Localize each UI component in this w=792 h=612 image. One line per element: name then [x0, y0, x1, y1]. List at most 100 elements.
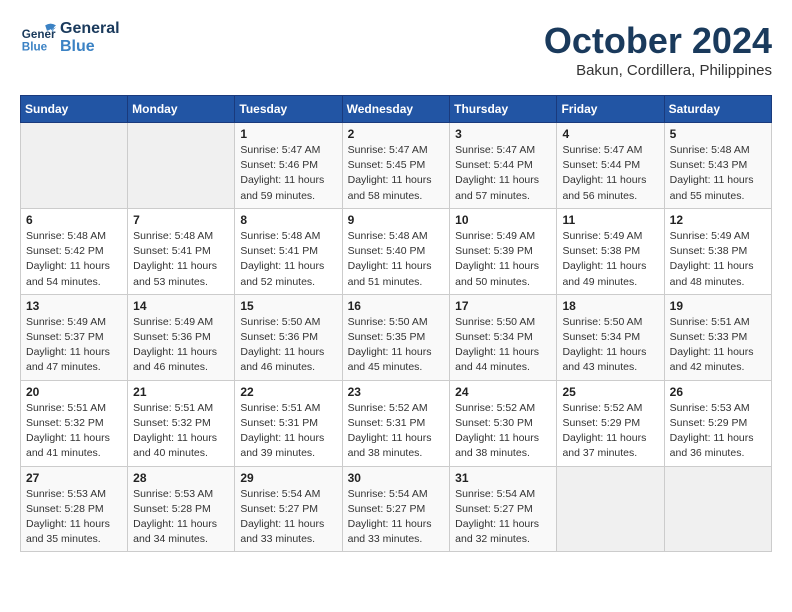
- calendar-week-4: 20 Sunrise: 5:51 AMSunset: 5:32 PMDayligh…: [21, 380, 772, 466]
- calendar-cell: 29 Sunrise: 5:54 AMSunset: 5:27 PMDayligh…: [235, 466, 342, 552]
- day-number: 16: [348, 299, 445, 313]
- day-number: 15: [240, 299, 336, 313]
- day-number: 7: [133, 213, 229, 227]
- day-number: 1: [240, 127, 336, 141]
- day-detail: Sunrise: 5:51 AMSunset: 5:31 PMDaylight:…: [240, 401, 336, 462]
- day-detail: Sunrise: 5:48 AMSunset: 5:40 PMDaylight:…: [348, 229, 445, 290]
- calendar-cell: 4 Sunrise: 5:47 AMSunset: 5:44 PMDaylight…: [557, 123, 664, 209]
- day-number: 12: [670, 213, 766, 227]
- day-number: 17: [455, 299, 551, 313]
- day-number: 31: [455, 471, 551, 485]
- day-detail: Sunrise: 5:54 AMSunset: 5:27 PMDaylight:…: [348, 487, 445, 548]
- calendar-cell: 3Sunrise: 5:47 AMSunset: 5:44 PMDaylight…: [450, 123, 557, 209]
- day-detail: Sunrise: 5:54 AMSunset: 5:27 PMDaylight:…: [240, 487, 336, 548]
- day-detail: Sunrise: 5:47 AMSunset: 5:44 PMDaylight:…: [562, 143, 658, 204]
- calendar-cell: 27 Sunrise: 5:53 AMSunset: 5:28 PMDayligh…: [21, 466, 128, 552]
- day-detail: Sunrise: 5:48 AMSunset: 5:43 PMDaylight:…: [670, 143, 766, 204]
- month-title: October 2024: [544, 20, 772, 62]
- calendar-cell: 28 Sunrise: 5:53 AMSunset: 5:28 PMDayligh…: [128, 466, 235, 552]
- day-detail: Sunrise: 5:48 AMSunset: 5:41 PMDaylight:…: [240, 229, 336, 290]
- day-number: 18: [562, 299, 658, 313]
- header-row: Sunday Monday Tuesday Wednesday Thursday…: [21, 96, 772, 123]
- day-detail: Sunrise: 5:53 AMSunset: 5:28 PMDaylight:…: [26, 487, 122, 548]
- day-detail: Sunrise: 5:48 AMSunset: 5:41 PMDaylight:…: [133, 229, 229, 290]
- title-block: October 2024 Bakun, Cordillera, Philippi…: [544, 20, 772, 79]
- calendar-cell: 22Sunrise: 5:51 AMSunset: 5:31 PMDayligh…: [235, 380, 342, 466]
- day-number: 10: [455, 213, 551, 227]
- svg-text:General: General: [22, 28, 56, 41]
- day-detail: Sunrise: 5:50 AMSunset: 5:34 PMDaylight:…: [455, 315, 551, 376]
- calendar-week-3: 13 Sunrise: 5:49 AMSunset: 5:37 PMDayligh…: [21, 294, 772, 380]
- calendar-week-2: 6Sunrise: 5:48 AMSunset: 5:42 PMDaylight…: [21, 208, 772, 294]
- col-thursday: Thursday: [450, 96, 557, 123]
- day-number: 26: [670, 385, 766, 399]
- calendar-cell: [557, 466, 664, 552]
- day-detail: Sunrise: 5:51 AMSunset: 5:32 PMDaylight:…: [26, 401, 122, 462]
- day-detail: Sunrise: 5:52 AMSunset: 5:31 PMDaylight:…: [348, 401, 445, 462]
- calendar-cell: [21, 123, 128, 209]
- calendar-cell: 10 Sunrise: 5:49 AMSunset: 5:39 PMDayligh…: [450, 208, 557, 294]
- day-number: 11: [562, 213, 658, 227]
- calendar-cell: 14Sunrise: 5:49 AMSunset: 5:36 PMDayligh…: [128, 294, 235, 380]
- calendar-cell: 19 Sunrise: 5:51 AMSunset: 5:33 PMDayligh…: [664, 294, 771, 380]
- calendar-cell: 24Sunrise: 5:52 AMSunset: 5:30 PMDayligh…: [450, 380, 557, 466]
- col-friday: Friday: [557, 96, 664, 123]
- logo: General Blue General Blue: [20, 20, 120, 56]
- day-number: 3: [455, 127, 551, 141]
- calendar-cell: 16 Sunrise: 5:50 AMSunset: 5:35 PMDayligh…: [342, 294, 450, 380]
- day-detail: Sunrise: 5:50 AMSunset: 5:35 PMDaylight:…: [348, 315, 445, 376]
- logo-words: General Blue: [60, 20, 120, 55]
- calendar-header: Sunday Monday Tuesday Wednesday Thursday…: [21, 96, 772, 123]
- day-number: 19: [670, 299, 766, 313]
- day-number: 23: [348, 385, 445, 399]
- day-number: 5: [670, 127, 766, 141]
- day-detail: Sunrise: 5:49 AMSunset: 5:38 PMDaylight:…: [670, 229, 766, 290]
- day-number: 25: [562, 385, 658, 399]
- calendar-cell: 21Sunrise: 5:51 AMSunset: 5:32 PMDayligh…: [128, 380, 235, 466]
- day-detail: Sunrise: 5:49 AMSunset: 5:39 PMDaylight:…: [455, 229, 551, 290]
- calendar-cell: 26 Sunrise: 5:53 AMSunset: 5:29 PMDayligh…: [664, 380, 771, 466]
- day-detail: Sunrise: 5:53 AMSunset: 5:29 PMDaylight:…: [670, 401, 766, 462]
- day-number: 28: [133, 471, 229, 485]
- day-number: 4: [562, 127, 658, 141]
- calendar-cell: 15 Sunrise: 5:50 AMSunset: 5:36 PMDayligh…: [235, 294, 342, 380]
- page-header: General Blue General Blue October 2024 B…: [20, 20, 772, 79]
- calendar-table: Sunday Monday Tuesday Wednesday Thursday…: [20, 95, 772, 552]
- day-number: 29: [240, 471, 336, 485]
- calendar-cell: 8 Sunrise: 5:48 AMSunset: 5:41 PMDaylight…: [235, 208, 342, 294]
- calendar-cell: 25Sunrise: 5:52 AMSunset: 5:29 PMDayligh…: [557, 380, 664, 466]
- calendar-cell: 5 Sunrise: 5:48 AMSunset: 5:43 PMDaylight…: [664, 123, 771, 209]
- calendar-cell: 11 Sunrise: 5:49 AMSunset: 5:38 PMDayligh…: [557, 208, 664, 294]
- day-number: 13: [26, 299, 122, 313]
- day-detail: Sunrise: 5:54 AMSunset: 5:27 PMDaylight:…: [455, 487, 551, 548]
- col-tuesday: Tuesday: [235, 96, 342, 123]
- calendar-cell: 6Sunrise: 5:48 AMSunset: 5:42 PMDaylight…: [21, 208, 128, 294]
- day-number: 27: [26, 471, 122, 485]
- day-detail: Sunrise: 5:51 AMSunset: 5:33 PMDaylight:…: [670, 315, 766, 376]
- col-monday: Monday: [128, 96, 235, 123]
- calendar-body: 1Sunrise: 5:47 AMSunset: 5:46 PMDaylight…: [21, 123, 772, 552]
- day-detail: Sunrise: 5:50 AMSunset: 5:36 PMDaylight:…: [240, 315, 336, 376]
- day-detail: Sunrise: 5:49 AMSunset: 5:38 PMDaylight:…: [562, 229, 658, 290]
- day-detail: Sunrise: 5:47 AMSunset: 5:45 PMDaylight:…: [348, 143, 445, 204]
- day-number: 2: [348, 127, 445, 141]
- day-number: 30: [348, 471, 445, 485]
- col-saturday: Saturday: [664, 96, 771, 123]
- calendar-cell: [664, 466, 771, 552]
- calendar-cell: 20 Sunrise: 5:51 AMSunset: 5:32 PMDayligh…: [21, 380, 128, 466]
- day-detail: Sunrise: 5:49 AMSunset: 5:37 PMDaylight:…: [26, 315, 122, 376]
- calendar-cell: 13 Sunrise: 5:49 AMSunset: 5:37 PMDayligh…: [21, 294, 128, 380]
- calendar-cell: 9Sunrise: 5:48 AMSunset: 5:40 PMDaylight…: [342, 208, 450, 294]
- calendar-week-5: 27 Sunrise: 5:53 AMSunset: 5:28 PMDayligh…: [21, 466, 772, 552]
- day-detail: Sunrise: 5:48 AMSunset: 5:42 PMDaylight:…: [26, 229, 122, 290]
- location-subtitle: Bakun, Cordillera, Philippines: [544, 62, 772, 79]
- day-detail: Sunrise: 5:53 AMSunset: 5:28 PMDaylight:…: [133, 487, 229, 548]
- calendar-cell: 17 Sunrise: 5:50 AMSunset: 5:34 PMDayligh…: [450, 294, 557, 380]
- calendar-cell: 12 Sunrise: 5:49 AMSunset: 5:38 PMDayligh…: [664, 208, 771, 294]
- calendar-cell: [128, 123, 235, 209]
- calendar-cell: 7 Sunrise: 5:48 AMSunset: 5:41 PMDaylight…: [128, 208, 235, 294]
- day-detail: Sunrise: 5:49 AMSunset: 5:36 PMDaylight:…: [133, 315, 229, 376]
- calendar-cell: 23 Sunrise: 5:52 AMSunset: 5:31 PMDayligh…: [342, 380, 450, 466]
- day-number: 8: [240, 213, 336, 227]
- day-number: 20: [26, 385, 122, 399]
